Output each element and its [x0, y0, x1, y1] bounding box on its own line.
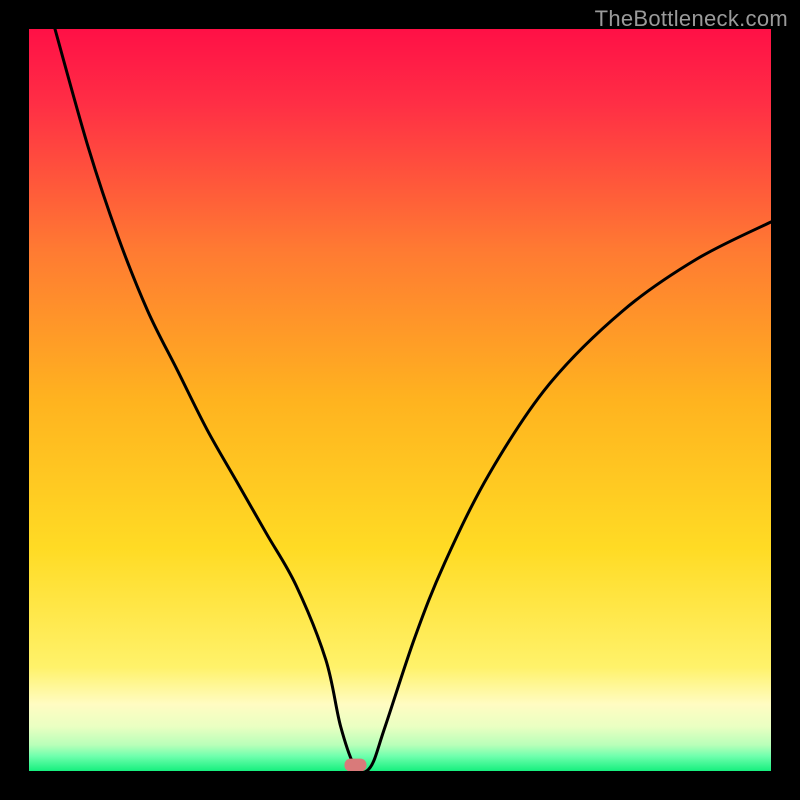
chart-frame: TheBottleneck.com: [0, 0, 800, 800]
optimal-point-marker: [344, 759, 366, 771]
gradient-background: [29, 29, 771, 771]
plot-area: [29, 29, 771, 771]
chart-svg: [29, 29, 771, 771]
watermark-text: TheBottleneck.com: [595, 6, 788, 32]
